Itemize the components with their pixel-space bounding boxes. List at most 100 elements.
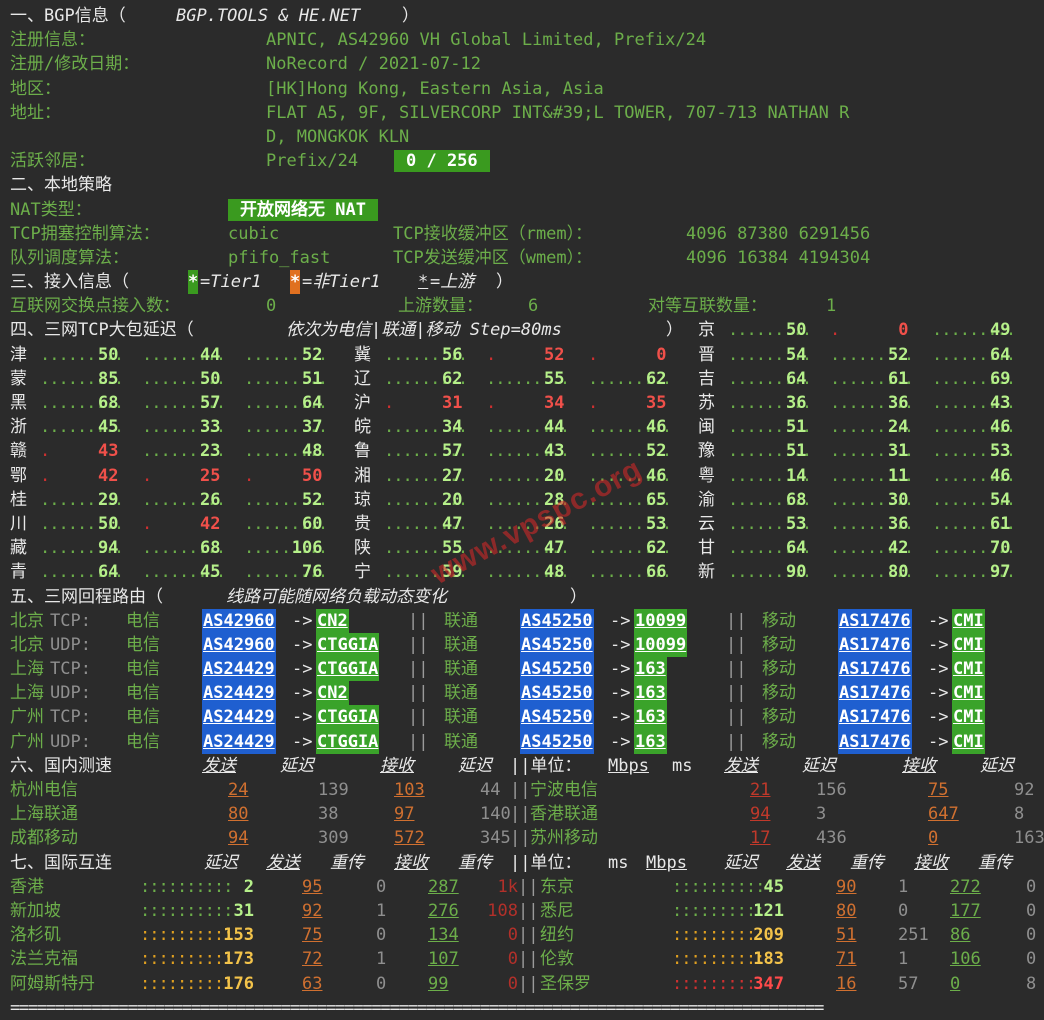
arrow: -> xyxy=(292,731,313,752)
header-latency: 延迟 xyxy=(204,852,238,873)
latency-dots: :::::::::: xyxy=(140,949,233,970)
latency-value: 44 xyxy=(200,344,221,365)
latency-value: 68 xyxy=(786,489,807,510)
latency-row: 青......... 64......... 45......... 76 宁.....… xyxy=(10,560,1034,584)
recv-value: 287 xyxy=(428,876,459,897)
latency-dots: . xyxy=(244,465,281,486)
latency-row: 桂......... 29......... 26......... 52 琼.....… xyxy=(10,488,1034,512)
rmem-value: 4096 87380 6291456 xyxy=(686,223,871,244)
latency-value: 49 xyxy=(990,320,1011,341)
wmem-value: 4096 16384 4194304 xyxy=(686,247,871,268)
isp-mobile: 移动 xyxy=(762,683,796,704)
province-label: 新 xyxy=(698,562,715,583)
as-number: AS42960 xyxy=(202,632,276,658)
latency-dots: :::::::::: xyxy=(140,925,233,946)
header-send: 发送 xyxy=(724,755,758,776)
isp-mobile: 移动 xyxy=(762,610,796,631)
unit: Mbps xyxy=(646,852,687,873)
paren: ） xyxy=(570,586,587,607)
province-label: 宁 xyxy=(354,562,371,583)
paren: ） xyxy=(496,272,513,293)
network-name: 163 xyxy=(634,729,667,754)
node-name: 洛杉矶 xyxy=(10,925,61,946)
label: 对等互联数量： xyxy=(648,296,767,317)
domestic-row: 成都移动 94 309 572 345 || 苏州移动 17 436 0 163 xyxy=(10,826,1044,850)
region-value: [HK]Hong Kong, Eastern Asia, Asia xyxy=(266,78,604,99)
network-name: 10099 xyxy=(634,608,688,633)
separator: || xyxy=(408,634,429,655)
latency-value: 64 xyxy=(786,368,807,389)
arrow: -> xyxy=(928,634,949,655)
latency-value: 31 xyxy=(888,441,909,462)
arrow: -> xyxy=(928,683,949,704)
header-recv: 接收 xyxy=(380,755,414,776)
proto: TCP: xyxy=(50,707,91,728)
latency-value: 52 xyxy=(302,344,323,365)
latency-value: 55 xyxy=(544,368,565,389)
latency-value: 92 xyxy=(1014,780,1035,800)
recv-value: 107 xyxy=(428,949,459,970)
city: 北京 xyxy=(10,634,44,655)
province-label: 青 xyxy=(10,562,27,583)
latency-value: 51 xyxy=(786,417,807,438)
separator: || xyxy=(408,610,429,631)
label: 队列调度算法： xyxy=(10,247,129,268)
province-label: 琼 xyxy=(354,489,371,510)
node-name: 纽约 xyxy=(540,925,574,946)
legend-text: =非Tier1 xyxy=(302,272,391,293)
province-label: 粤 xyxy=(698,465,715,486)
recv-value: 86 xyxy=(950,925,971,946)
access-stats: 互联网交换点接入数： 0 上游数量： 6 对等互联数量： 1 xyxy=(10,294,1034,318)
send-value: 92 xyxy=(302,900,323,921)
active-row: 活跃邻居： Prefix/24 0 / 256 xyxy=(10,149,1034,173)
retrans-value: 0 xyxy=(1026,949,1037,970)
latency-value: 50 xyxy=(786,320,807,341)
send-value: 71 xyxy=(836,949,857,970)
latency-dots: . xyxy=(142,465,179,486)
province-label: 沪 xyxy=(354,393,371,413)
latency-dots: :::::::::: xyxy=(140,900,233,921)
latency-value: 11 xyxy=(888,465,909,486)
separator: || xyxy=(510,780,531,800)
arrow: -> xyxy=(928,707,949,728)
domestic-title: 六、国内测速 发送 延迟 接收 延迟 ||单位： Mbps ms 发送 延迟 接收 延迟 xyxy=(10,754,1034,778)
proto: UDP: xyxy=(50,731,91,752)
latency-value: 50 xyxy=(98,513,119,534)
latency-value: 3 xyxy=(816,804,827,825)
arrow: -> xyxy=(610,634,631,655)
intl-row: 洛杉矶:::::::::: 153 75 0 134 0 || 纽约:::::::::: 209… xyxy=(10,923,1036,947)
province-label: 黑 xyxy=(10,393,27,413)
send-value: 24 xyxy=(228,780,249,800)
latency-value: 43 xyxy=(98,441,119,462)
city: 上海 xyxy=(10,683,44,704)
isp-telecom: 电信 xyxy=(126,731,160,752)
province-label: 鄂 xyxy=(10,465,27,486)
latency-value: 51 xyxy=(302,368,323,389)
latency-value: 51 xyxy=(786,441,807,462)
separator: || xyxy=(408,683,429,704)
network-name: CMI xyxy=(952,632,985,658)
separator: || xyxy=(726,731,747,752)
isp-unicom: 联通 xyxy=(444,634,478,655)
latency-value: 46 xyxy=(646,465,667,486)
city: 上海 xyxy=(10,659,44,680)
latency-value: 64 xyxy=(98,562,119,583)
as-number: AS45250 xyxy=(520,632,594,658)
province-label: 晋 xyxy=(698,344,715,365)
latency-value: 23 xyxy=(200,441,221,462)
active-prefix: Prefix/24 xyxy=(266,151,359,172)
latency-value: 50 xyxy=(98,344,119,365)
latency-value: 24 xyxy=(888,417,909,438)
latency-value: 31 xyxy=(442,393,463,413)
city: 北京 xyxy=(10,610,44,631)
province-label: 湘 xyxy=(354,465,371,486)
latency-row: 黑......... 68......... 57......... 64 沪. 31.… xyxy=(10,391,1034,415)
retrans-value: 0 xyxy=(376,973,387,994)
latency-row: 蒙......... 85......... 50......... 51 辽.....… xyxy=(10,367,1034,391)
recv-value: 103 xyxy=(394,780,425,800)
as-number: AS45250 xyxy=(520,729,594,754)
isp-mobile: 移动 xyxy=(762,707,796,728)
latency-value: 70 xyxy=(990,538,1011,559)
latency-value: 163 xyxy=(1014,828,1044,849)
latency-value: 36 xyxy=(888,393,909,413)
